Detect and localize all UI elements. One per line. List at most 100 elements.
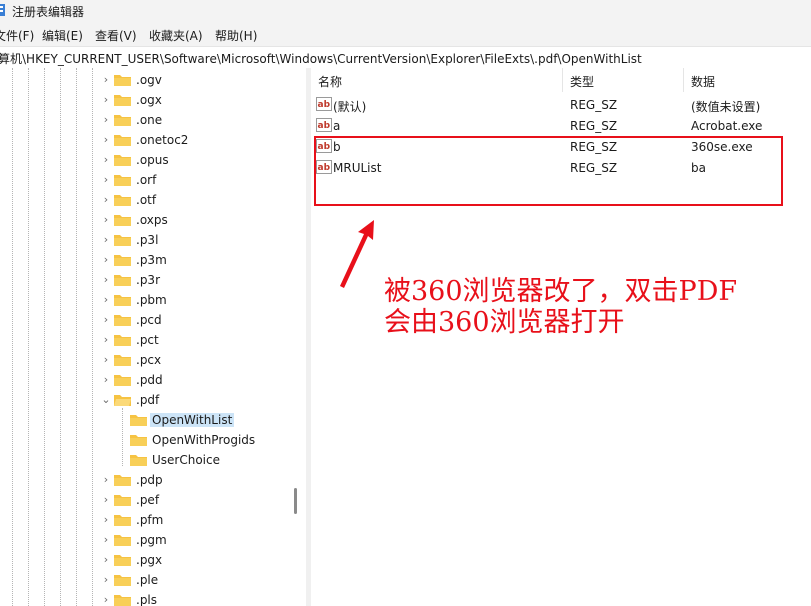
title-bar: 注册表编辑器 (0, 0, 811, 22)
folder-icon (114, 595, 131, 606)
tree-item-label: .pcd (136, 313, 162, 327)
key-tree[interactable]: › .ogv › .ogx › .one › .onetoc2 › .opus … (0, 68, 306, 606)
reg-string-icon: ab (316, 118, 332, 132)
tree-item[interactable]: › .ple (0, 570, 300, 590)
chevron-right-icon[interactable]: › (100, 73, 112, 87)
tree-item-label: .ogv (136, 73, 162, 87)
chevron-right-icon[interactable]: › (100, 153, 112, 167)
tree-item-openwithprogids[interactable]: OpenWithProgids (0, 430, 300, 450)
chevron-right-icon[interactable]: › (100, 273, 112, 287)
tree-item-label: OpenWithList (150, 413, 235, 427)
folder-icon (114, 215, 131, 226)
tree-item[interactable]: › .pgx (0, 550, 300, 570)
folder-icon (114, 135, 131, 146)
value-type: REG_SZ (570, 98, 618, 112)
tree-item[interactable]: › .pef (0, 490, 300, 510)
folder-icon (114, 375, 131, 386)
chevron-right-icon[interactable]: › (100, 573, 112, 587)
folder-icon (130, 435, 147, 446)
chevron-right-icon[interactable]: › (100, 333, 112, 347)
tree-item[interactable]: › .pdp (0, 470, 300, 490)
address-path[interactable]: 算机\HKEY_CURRENT_USER\Software\Microsoft\… (0, 50, 642, 67)
tree-item[interactable]: › .opus (0, 150, 300, 170)
tree-item[interactable]: › .onetoc2 (0, 130, 300, 150)
tree-item-openwithlist[interactable]: OpenWithList (0, 410, 300, 430)
tree-item[interactable]: › .p3l (0, 230, 300, 250)
tree-item[interactable]: › .pls (0, 590, 300, 606)
folder-icon (130, 455, 147, 466)
tree-item[interactable]: › .pct (0, 330, 300, 350)
menu-edit[interactable]: 编辑(E) (42, 27, 83, 44)
chevron-right-icon[interactable]: › (100, 373, 112, 387)
chevron-right-icon[interactable]: › (100, 313, 112, 327)
reg-string-icon: ab (316, 97, 332, 111)
tree-item[interactable]: › .orf (0, 170, 300, 190)
tree-item[interactable]: › .pdd (0, 370, 300, 390)
tree-item[interactable]: › .p3r (0, 270, 300, 290)
tree-item[interactable]: › .p3m (0, 250, 300, 270)
folder-icon (114, 195, 131, 206)
chevron-right-icon[interactable]: › (100, 493, 112, 507)
chevron-right-icon[interactable]: › (100, 193, 112, 207)
tree-item[interactable]: › .pcd (0, 310, 300, 330)
tree-scrollbar-thumb[interactable] (294, 488, 297, 514)
tree-item[interactable]: › .pcx (0, 350, 300, 370)
annotation-text: 被360浏览器改了，双击PDF 会由360浏览器打开 (384, 276, 804, 338)
tree-item[interactable]: › .ogv (0, 70, 300, 90)
tree-item-pdf[interactable]: ⌄ .pdf (0, 390, 300, 410)
folder-icon (114, 275, 131, 286)
address-bar[interactable]: 算机\HKEY_CURRENT_USER\Software\Microsoft\… (0, 46, 811, 69)
tree-item-label: .pcx (136, 353, 162, 367)
chevron-right-icon[interactable]: › (100, 173, 112, 187)
folder-icon (114, 155, 131, 166)
column-divider[interactable] (562, 68, 563, 92)
menu-favorites[interactable]: 收藏夹(A) (149, 27, 203, 44)
folder-open-icon (114, 395, 131, 406)
chevron-right-icon[interactable]: › (100, 113, 112, 127)
chevron-right-icon[interactable]: › (100, 93, 112, 107)
folder-icon (114, 515, 131, 526)
tree-item[interactable]: › .pbm (0, 290, 300, 310)
tree-item[interactable]: › .oxps (0, 210, 300, 230)
tree-item[interactable]: › .pgm (0, 530, 300, 550)
chevron-right-icon[interactable]: › (100, 553, 112, 567)
column-divider[interactable] (683, 68, 684, 92)
chevron-right-icon[interactable]: › (100, 213, 112, 227)
tree-item-userchoice[interactable]: UserChoice (0, 450, 300, 470)
value-row-a[interactable]: ab a REG_SZ Acrobat.exe (311, 115, 811, 136)
folder-icon (114, 355, 131, 366)
column-type[interactable]: 类型 (570, 73, 594, 90)
column-data[interactable]: 数据 (691, 73, 715, 90)
tree-item-label: .pct (136, 333, 159, 347)
tree-item-label: .pdd (136, 373, 163, 387)
value-row-default[interactable]: ab (默认) REG_SZ (数值未设置) (311, 94, 811, 115)
menu-help[interactable]: 帮助(H) (215, 27, 257, 44)
chevron-right-icon[interactable]: › (100, 513, 112, 527)
chevron-right-icon[interactable]: › (100, 293, 112, 307)
column-header: 名称 类型 数据 (311, 68, 811, 92)
chevron-right-icon[interactable]: › (100, 233, 112, 247)
tree-item[interactable]: › .ogx (0, 90, 300, 110)
chevron-right-icon[interactable]: › (100, 473, 112, 487)
svg-text:ab: ab (318, 121, 331, 131)
chevron-right-icon[interactable]: › (100, 593, 112, 606)
tree-item[interactable]: › .one (0, 110, 300, 130)
chevron-right-icon[interactable]: › (100, 253, 112, 267)
folder-icon (130, 415, 147, 426)
menu-file[interactable]: 文件(F) (0, 27, 34, 44)
chevron-down-icon[interactable]: ⌄ (100, 393, 112, 407)
tree-item-label: .p3m (136, 253, 167, 267)
tree-item-label: .p3l (136, 233, 159, 247)
chevron-right-icon[interactable]: › (100, 133, 112, 147)
folder-icon (114, 495, 131, 506)
column-name[interactable]: 名称 (318, 73, 342, 90)
tree-item[interactable]: › .pfm (0, 510, 300, 530)
tree-item[interactable]: › .otf (0, 190, 300, 210)
tree-item-label: .pls (136, 593, 158, 606)
folder-icon (114, 315, 131, 326)
chevron-right-icon[interactable]: › (100, 353, 112, 367)
menu-view[interactable]: 查看(V) (95, 27, 137, 44)
tree-item-label: .oxps (136, 213, 168, 227)
tree-item-label: .pgm (136, 533, 167, 547)
chevron-right-icon[interactable]: › (100, 533, 112, 547)
